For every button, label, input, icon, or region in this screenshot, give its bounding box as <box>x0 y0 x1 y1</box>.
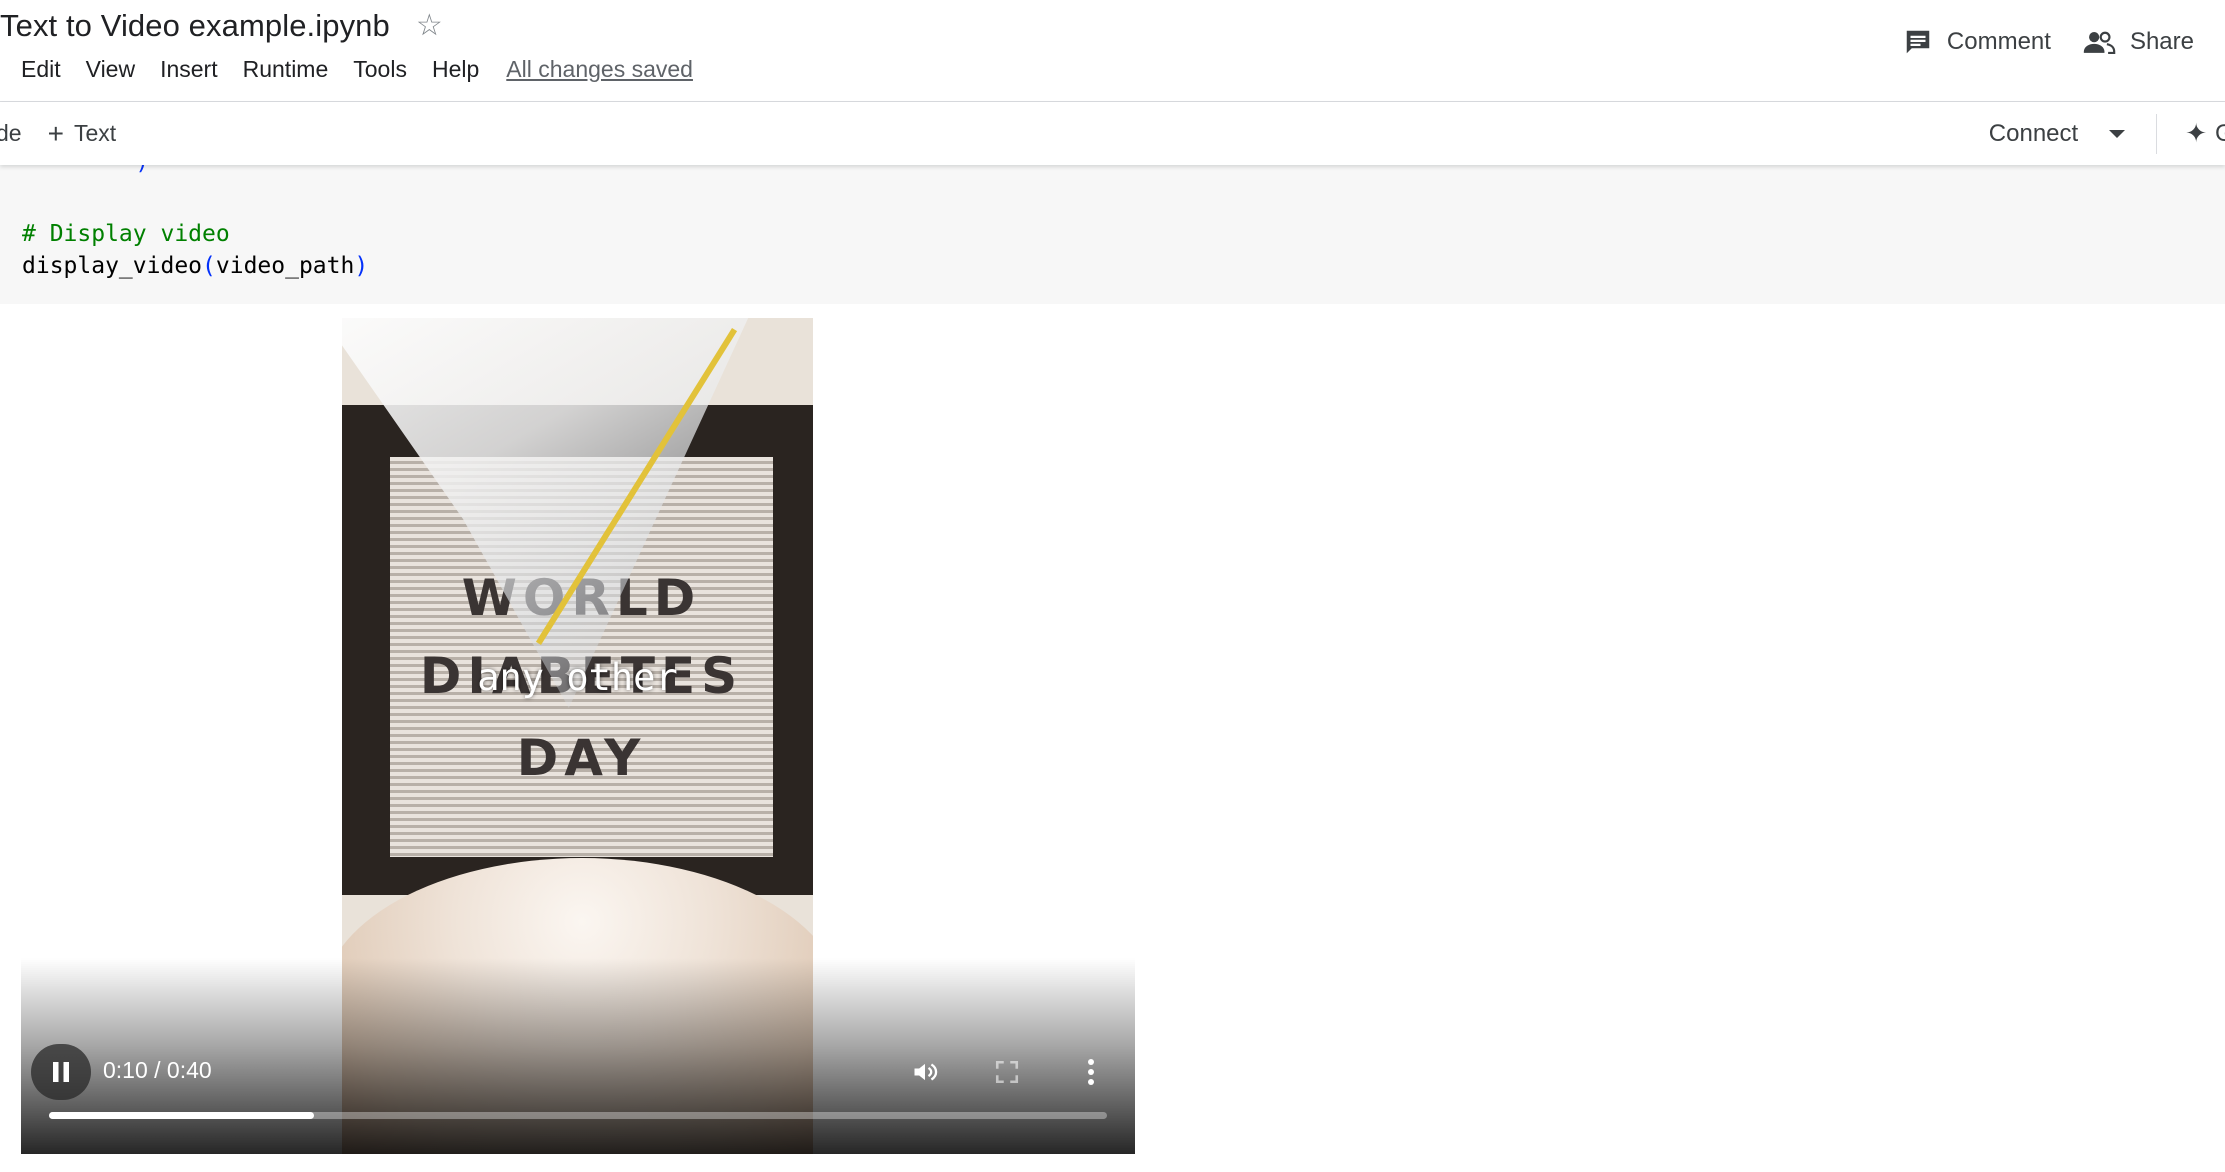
gemini-label: Ge <box>2214 119 2225 147</box>
toolbar-left: de + Text <box>0 102 116 165</box>
time-display: 0:10 / 0:40 <box>103 1057 212 1083</box>
menu-bar: Edit View Insert Runtime Tools Help All … <box>21 56 693 83</box>
code-argument: video_path <box>215 253 355 279</box>
toolbar-right: Connect ✦ Ge <box>1989 102 2225 165</box>
pause-button[interactable] <box>31 1044 91 1100</box>
menu-runtime[interactable]: Runtime <box>243 56 329 83</box>
menu-insert[interactable]: Insert <box>160 56 218 83</box>
save-status-link[interactable]: All changes saved <box>506 56 693 83</box>
code-call: display_video(video_path) <box>22 253 368 279</box>
progress-bar[interactable] <box>49 1112 1107 1119</box>
notebook-title[interactable]: Text to Video example.ipynb <box>0 8 390 44</box>
volume-icon <box>914 1063 938 1081</box>
menu-tools[interactable]: Tools <box>353 56 407 83</box>
code-open-paren: ( <box>202 253 216 279</box>
volume-button[interactable] <box>907 1054 943 1090</box>
fullscreen-icon <box>995 1060 1019 1084</box>
header-actions: Comment Share <box>1903 27 2225 57</box>
code-cell[interactable]: """") # Display video display_video(vide… <box>0 149 2225 304</box>
video-player[interactable]: WORLD DIABETES DAY any other 0:10 / 0:40 <box>21 318 1135 1154</box>
code-function-name: display_video <box>22 253 203 279</box>
more-options-button[interactable] <box>1073 1054 1109 1090</box>
add-text-button[interactable]: + Text <box>47 117 117 149</box>
star-icon[interactable]: ☆ <box>416 11 443 41</box>
video-controls: 0:10 / 0:40 <box>21 1044 1135 1100</box>
toolbar-divider <box>2156 113 2158 154</box>
comment-button[interactable]: Comment <box>1903 27 2051 57</box>
comment-icon <box>1906 30 1930 54</box>
code-comment: # Display video <box>22 221 230 247</box>
pause-icon <box>53 1062 69 1082</box>
code-close-paren: ) <box>354 253 369 279</box>
notebook-toolbar: de + Text Connect ✦ Ge <box>0 102 2225 165</box>
menu-view[interactable]: View <box>86 56 135 83</box>
add-text-label: Text <box>73 120 117 146</box>
connect-dropdown-button[interactable] <box>2108 128 2126 140</box>
video-caption: any other <box>477 656 678 699</box>
more-vert-icon <box>1088 1059 1094 1085</box>
people-icon <box>2083 31 2116 55</box>
comment-label: Comment <box>1946 28 2051 55</box>
fullscreen-button[interactable] <box>989 1054 1025 1090</box>
board-line-3: DAY <box>516 729 647 787</box>
caret-down-icon <box>2109 129 2126 138</box>
title-row: Text to Video example.ipynb ☆ <box>0 6 443 46</box>
menu-edit[interactable]: Edit <box>21 56 61 83</box>
share-button[interactable]: Share <box>2082 27 2194 57</box>
share-label: Share <box>2129 28 2194 55</box>
add-code-button[interactable]: de <box>0 120 22 147</box>
sparkle-icon: ✦ <box>2185 118 2207 148</box>
menu-help[interactable]: Help <box>432 56 479 83</box>
plus-icon: + <box>47 117 64 149</box>
progress-bar-fill <box>49 1112 314 1119</box>
notebook-header: Text to Video example.ipynb ☆ Edit View … <box>0 0 2225 102</box>
connect-button[interactable]: Connect <box>1989 120 2078 148</box>
gemini-button[interactable]: ✦ Ge <box>2185 118 2225 149</box>
